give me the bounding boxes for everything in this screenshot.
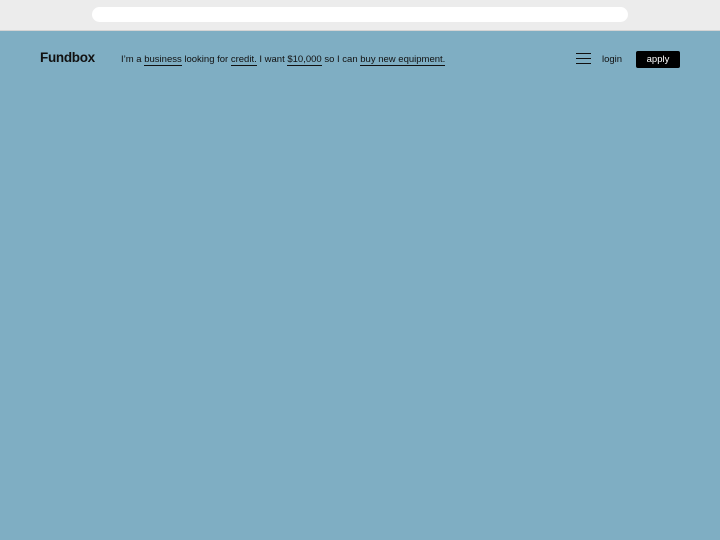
sentence-text: I want [256,54,288,65]
apply-button[interactable]: apply [636,51,680,68]
fundbox-logo[interactable]: Fundbox [40,50,95,66]
hamburger-menu-icon[interactable] [576,53,591,65]
sentence-text: so I can [321,54,361,65]
sentence-text: looking for [181,54,231,65]
sentence-text: I’m a [121,54,145,65]
amount-selector-link[interactable]: $10,000 [287,54,322,66]
address-bar[interactable] [92,7,628,22]
menu-line [576,63,591,64]
entity-selector-link[interactable]: business [144,54,182,66]
purpose-selector-link[interactable]: buy new equipment. [360,54,446,66]
site-header: Fundbox I’m a business looking for credi… [0,32,720,88]
product-selector-link[interactable]: credit. [230,54,257,66]
menu-line [576,53,591,54]
intent-sentence: I’m a business looking for credit. I wan… [121,53,446,67]
menu-line [576,58,591,59]
browser-toolbar [0,0,720,31]
login-link[interactable]: login [602,53,622,67]
